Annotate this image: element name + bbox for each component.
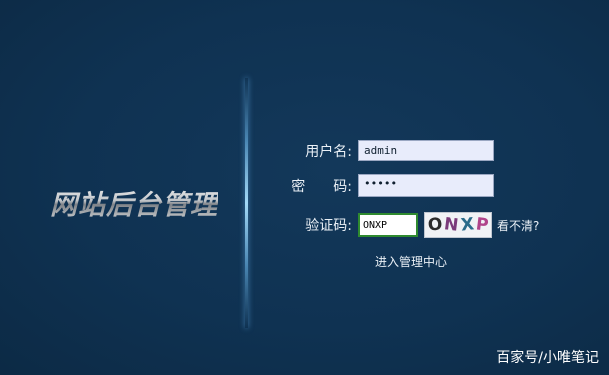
password-input[interactable]: ••••• — [358, 174, 494, 197]
captcha-image[interactable]: ONXP — [424, 212, 492, 238]
password-label: 密 码: — [291, 178, 352, 195]
refresh-captcha-link[interactable]: 看不清? — [497, 217, 539, 234]
captcha-label: 验证码: — [305, 218, 352, 234]
captcha-char: O — [426, 214, 444, 236]
password-row: 密 码: ••••• — [272, 174, 494, 197]
username-label: 用户名: — [305, 143, 352, 160]
username-input[interactable] — [358, 140, 494, 161]
vertical-divider — [245, 78, 248, 328]
username-row: 用户名: — [272, 140, 494, 161]
enter-admin-center-button[interactable]: 进入管理中心 — [375, 253, 447, 270]
captcha-input[interactable] — [358, 213, 418, 237]
watermark-text: 百家号/小唯笔记 — [496, 350, 599, 366]
captcha-char: N — [443, 214, 460, 236]
captcha-char: P — [474, 214, 490, 236]
site-admin-logo: 网站后台管理 — [50, 183, 218, 222]
captcha-row: 验证码: ONXP 看不清? — [272, 212, 539, 238]
captcha-char: X — [459, 214, 475, 236]
